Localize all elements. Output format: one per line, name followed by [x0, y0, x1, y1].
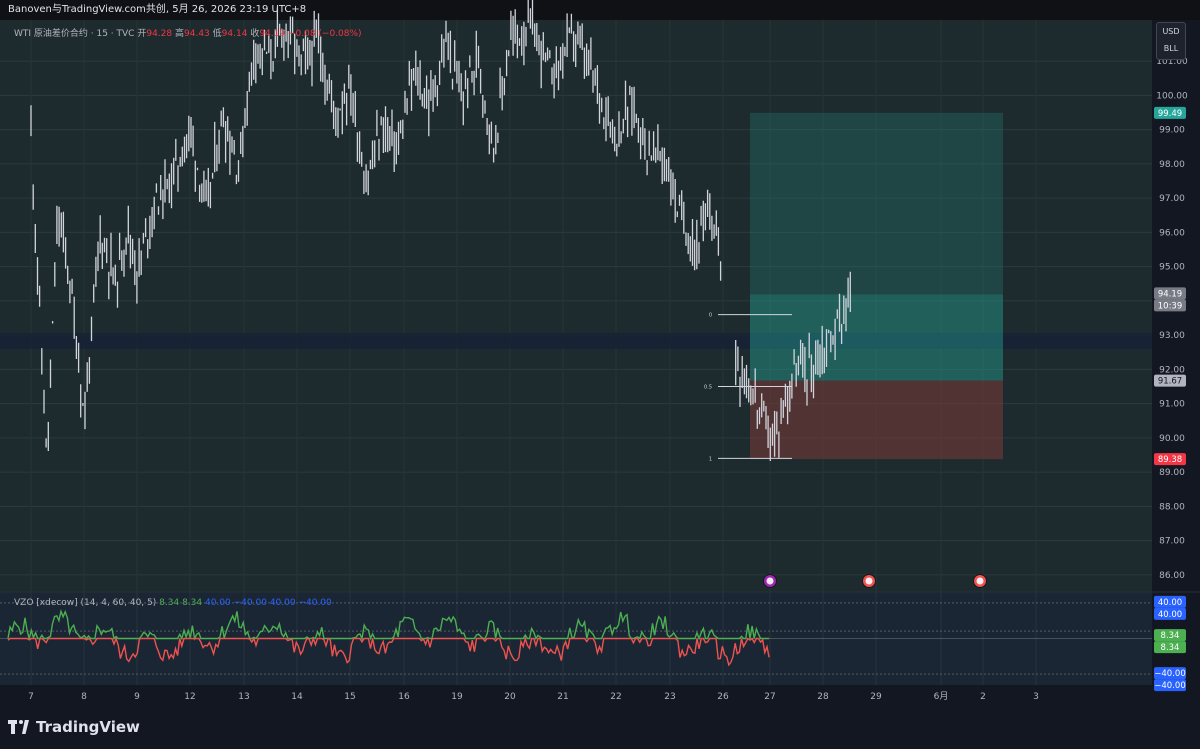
time-tick-label: 23 [664, 692, 675, 702]
price-tick-label: 98.00 [1159, 160, 1185, 170]
price-tick-label: 96.00 [1159, 228, 1185, 238]
vzo-up-badge-1: 40.00 [1158, 598, 1182, 608]
time-tick-label: 29 [870, 692, 882, 702]
fib-level-label: 1 [709, 456, 712, 462]
low-value: 94.14 [221, 29, 248, 39]
current-price-badge: 94.19 [1158, 289, 1182, 299]
fib-level-label: 0 [709, 313, 712, 319]
time-tick-label: 22 [610, 692, 621, 702]
price-tick-label: 99.00 [1159, 126, 1185, 136]
time-tick-label: 6月 [934, 691, 949, 702]
take-profit-badge: 99.49 [1158, 109, 1182, 119]
vzo-legend: VZO [xdecow] (14, 4, 60, 40, 5) 8.34 8.3… [14, 598, 332, 608]
time-tick-label: 12 [184, 692, 195, 702]
price-tick-label: 87.00 [1159, 537, 1185, 547]
price-axis-bg [1152, 20, 1200, 686]
time-tick-label: 28 [817, 692, 829, 702]
vzo-down-badge-2: −40.00 [1154, 681, 1185, 691]
time-tick-label: 3 [1033, 692, 1039, 702]
vzo-name[interactable]: VZO [xdecow] (14, 4, 60, 40, 5) [14, 598, 156, 608]
change-value: −0.08 (−0.08%) [287, 29, 362, 39]
close-label: 收 [250, 29, 260, 39]
fib-level-label: 0.5 [704, 384, 712, 390]
price-tick-label: 92.00 [1159, 365, 1185, 375]
price-tick-label: 88.00 [1159, 502, 1185, 512]
time-axis-bg [0, 685, 1200, 706]
vzo-value-badge-1: 8.34 [1161, 631, 1180, 641]
vzo-value-4: −40.00 [233, 598, 267, 608]
open-value: 94.28 [146, 29, 173, 39]
time-tick-label: 14 [291, 692, 303, 702]
vzo-value-2: 8.34 [182, 598, 203, 608]
time-tick-label: 27 [764, 692, 775, 702]
time-tick-label: 9 [134, 692, 140, 702]
vzo-value-5: 40.00 [269, 598, 296, 608]
profit-filled-zone [750, 294, 1003, 381]
price-tick-label: 100.00 [1156, 91, 1188, 101]
main-legend: WTI 原油差价合约 · 15 · TVC 开94.28 高94.43 低94.… [14, 26, 362, 39]
price-tick-label: 93.00 [1159, 331, 1185, 341]
high-value: 94.43 [184, 29, 210, 39]
vzo-up-badge-2: 40.00 [1158, 610, 1182, 620]
price-tick-label: 91.00 [1159, 400, 1185, 410]
footer [0, 706, 1200, 749]
vzo-value-badge-2: 8.34 [1161, 643, 1180, 653]
tradingview-logo-icon [8, 720, 30, 734]
close-value: 94.19 [259, 29, 286, 39]
unit-label: BLL [1163, 44, 1179, 53]
event-icon-inner [865, 577, 873, 585]
vzo-value-6: −40.00 [298, 598, 332, 608]
tradingview-logo[interactable]: TradingView [8, 718, 140, 736]
time-tick-label: 26 [717, 692, 729, 702]
currency-label: USD [1162, 27, 1180, 36]
vzo-value-3: 40.00 [204, 598, 231, 608]
event-icon-inner [976, 577, 984, 585]
time-tick-label: 8 [81, 692, 87, 702]
countdown-badge: 10:39 [1158, 301, 1183, 311]
time-tick-label: 21 [557, 692, 568, 702]
time-tick-label: 15 [344, 692, 355, 702]
vzo-value-1: 8.34 [159, 598, 180, 608]
entry-badge: 91.67 [1158, 377, 1182, 387]
time-tick-label: 13 [238, 692, 249, 702]
high-label: 高 [175, 29, 185, 39]
time-tick-label: 20 [504, 692, 516, 702]
time-tick-label: 19 [451, 692, 463, 702]
stop-badge: 89.38 [1158, 455, 1182, 465]
price-tick-label: 90.00 [1159, 434, 1185, 444]
price-tick-label: 95.00 [1159, 263, 1185, 273]
vzo-down-badge-1: −40.00 [1154, 669, 1185, 679]
currency-unit-selector[interactable]: USD BLL [1156, 22, 1186, 60]
time-tick-label: 7 [28, 692, 34, 702]
price-tick-label: 86.00 [1159, 571, 1185, 581]
take-profit-zone [750, 112, 1003, 295]
time-tick-label: 16 [398, 692, 410, 702]
low-label: 低 [212, 29, 222, 39]
price-tick-label: 97.00 [1159, 194, 1185, 204]
open-label: 开 [137, 29, 147, 39]
symbol-title[interactable]: WTI 原油差价合约 · 15 · TVC [14, 29, 134, 39]
time-tick-label: 2 [980, 692, 986, 702]
event-icon-inner [766, 577, 774, 585]
price-tick-label: 89.00 [1159, 468, 1185, 478]
brand-wordmark: TradingView [36, 718, 140, 736]
